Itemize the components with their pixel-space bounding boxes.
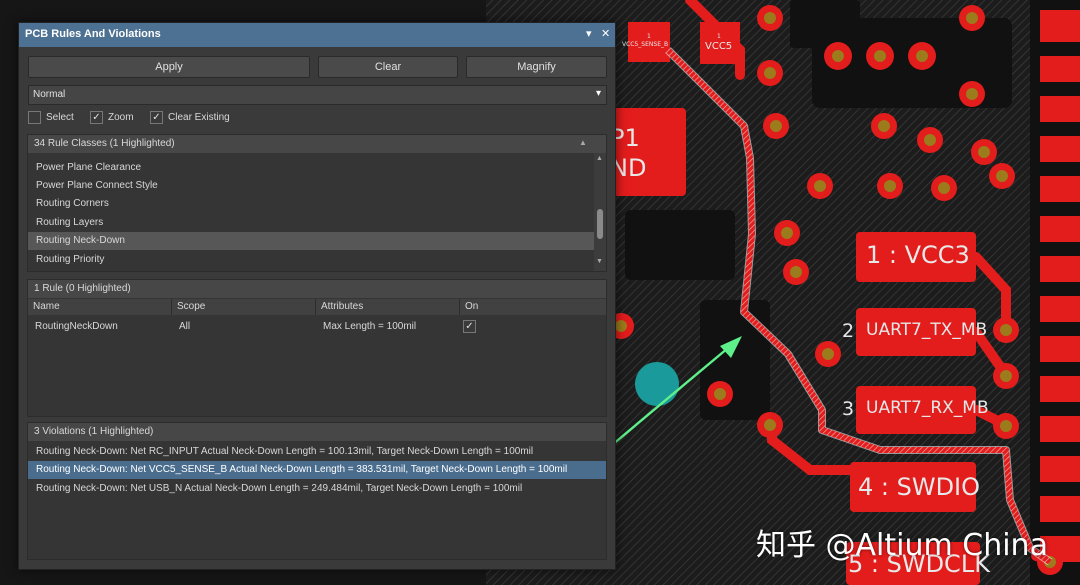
column-scope-label: Scope <box>177 301 206 312</box>
select-checkbox[interactable] <box>28 111 41 124</box>
rule-class-label: Routing Corners <box>36 198 109 209</box>
rule-class-item[interactable]: Routing Corners <box>28 195 594 213</box>
watermark: 知乎 @Altium China <box>756 528 1048 563</box>
pad-label-uart-tx-num: 2 <box>842 320 855 342</box>
select-label: Select <box>46 112 74 123</box>
clear-existing-label: Clear Existing <box>168 112 230 123</box>
zoom-checkbox[interactable]: ✓ <box>90 111 103 124</box>
scroll-up-icon[interactable]: ▲ <box>596 155 603 162</box>
pin-dropdown-icon[interactable]: ▾ <box>586 27 592 40</box>
rule-class-label: Routing Layers <box>36 217 104 228</box>
pad-label-vcc3: 1 : VCC3 <box>866 241 970 269</box>
column-name-label: Name <box>33 301 60 312</box>
rule-class-item[interactable]: Routing Layers <box>28 214 594 232</box>
pad-label-uart-rx-num: 3 <box>842 398 855 420</box>
violation-item-selected[interactable]: Routing Neck-Down: Net VCC5_SENSE_B Actu… <box>28 461 606 479</box>
mode-value: Normal <box>33 89 66 100</box>
violation-item[interactable]: Routing Neck-Down: Net RC_INPUT Actual N… <box>28 443 606 461</box>
violations-header: 3 Violations (1 Highlighted) <box>28 423 606 441</box>
panel-title: PCB Rules And Violations <box>25 28 161 40</box>
column-attributes[interactable]: Attributes <box>316 299 460 315</box>
pcb-rules-violations-panel: PCB Rules And Violations ▾ ✕ Apply Clear… <box>18 22 616 570</box>
chevron-down-icon: ▾ <box>595 88 601 99</box>
rule-class-label: Power Plane Clearance <box>36 162 142 173</box>
rule-class-label: Routing Neck-Down <box>36 235 125 246</box>
zoom-label: Zoom <box>108 112 134 123</box>
rule-class-label: Routing Priority <box>36 254 105 265</box>
column-scope[interactable]: Scope <box>172 299 316 315</box>
rule-class-item[interactable]: Routing Priority <box>28 251 594 269</box>
rule-on-checkbox[interactable]: ✓ <box>463 320 476 333</box>
column-on[interactable]: On <box>460 299 605 315</box>
pad-label-swdio: 4 : SWDIO <box>858 473 981 501</box>
apply-button[interactable]: Apply <box>28 56 310 78</box>
rule-classes-header-label: 34 Rule Classes (1 Highlighted) <box>34 138 175 149</box>
column-on-label: On <box>465 301 479 312</box>
collapse-icon[interactable]: ▲ <box>579 138 587 147</box>
clear-button[interactable]: Clear <box>318 56 458 78</box>
clear-existing-checkbox[interactable]: ✓ <box>150 111 163 124</box>
violation-text: Routing Neck-Down: Net USB_N Actual Neck… <box>36 483 523 494</box>
pad-label-1a: 1 <box>647 33 651 40</box>
rule-class-label: Power Plane Connect Style <box>36 180 158 191</box>
scroll-down-icon[interactable]: ▼ <box>596 258 603 265</box>
violations-list: 3 Violations (1 Highlighted) Routing Nec… <box>27 422 607 560</box>
violation-item[interactable]: Routing Neck-Down: Net USB_N Actual Neck… <box>28 480 606 498</box>
rules-header-label: 1 Rule (0 Highlighted) <box>34 283 131 294</box>
rules-header: 1 Rule (0 Highlighted) <box>28 280 606 298</box>
violations-header-label: 3 Violations (1 Highlighted) <box>34 426 154 437</box>
pad-label-1b: 1 <box>717 33 721 40</box>
pad-label-vcc5: VCC5 <box>705 41 733 52</box>
rule-scope: All <box>179 321 191 332</box>
teal-marker <box>635 362 679 406</box>
column-attributes-label: Attributes <box>321 301 364 312</box>
rule-class-item[interactable]: Power Plane Connect Style <box>28 177 594 195</box>
pad-label-vcc5-sense: VCC5_SENSE_B <box>622 41 669 48</box>
rule-classes-header: 34 Rule Classes (1 Highlighted) ▲ <box>28 135 606 153</box>
rule-attributes: Max Length = 100mil <box>323 321 417 332</box>
rule-classes-scrollbar[interactable]: ▲ ▼ <box>594 153 606 271</box>
rules-column-headers: Name Scope Attributes On <box>28 299 606 315</box>
violation-text: Routing Neck-Down: Net VCC5_SENSE_B Actu… <box>36 464 568 475</box>
column-name[interactable]: Name <box>28 299 172 315</box>
rules-table: 1 Rule (0 Highlighted) Name Scope Attrib… <box>27 279 607 417</box>
table-row[interactable]: RoutingNeckDown All Max Length = 100mil … <box>28 318 606 335</box>
panel-titlebar[interactable]: PCB Rules And Violations ▾ ✕ <box>19 23 615 47</box>
rule-class-item-selected[interactable]: Routing Neck-Down <box>28 232 594 250</box>
rule-class-item[interactable]: Power Plane Clearance <box>28 159 594 177</box>
pad-label-uart-tx: UART7_TX_MB <box>866 320 988 340</box>
pad-label-uart-rx: UART7_RX_MB <box>866 398 989 418</box>
rule-classes-list: 34 Rule Classes (1 Highlighted) ▲ Power … <box>27 134 607 272</box>
magnify-button[interactable]: Magnify <box>466 56 607 78</box>
scroll-thumb[interactable] <box>597 209 603 239</box>
close-icon[interactable]: ✕ <box>601 27 610 40</box>
violation-text: Routing Neck-Down: Net RC_INPUT Actual N… <box>36 446 534 457</box>
rule-name: RoutingNeckDown <box>35 321 118 332</box>
mode-dropdown[interactable]: Normal ▾ <box>28 85 607 105</box>
